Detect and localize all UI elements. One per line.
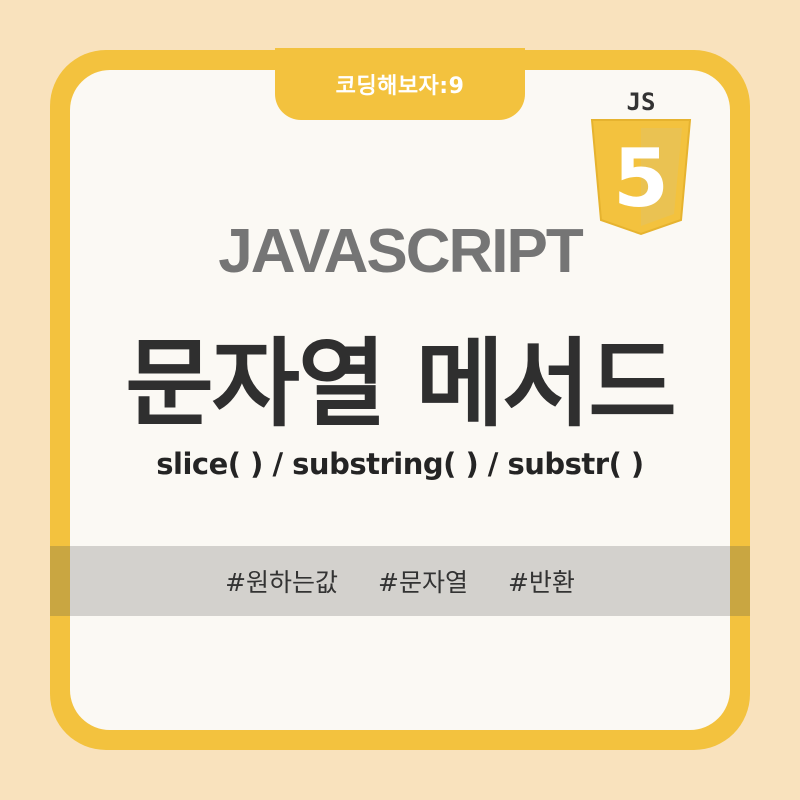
js-logo-numeral: 5	[613, 132, 669, 225]
hashtag: #원하는값	[225, 568, 339, 597]
title-english: JAVASCRIPT	[218, 217, 584, 286]
series-badge-label: 코딩해보자:9	[335, 74, 465, 99]
hashtag-list: #원하는값 #문자열 #반환	[0, 546, 800, 616]
hashtag: #반환	[507, 568, 575, 597]
js-logo-text: JS	[627, 88, 656, 116]
title-korean: 문자열 메서드	[125, 328, 676, 440]
method-subtitle: slice( ) / substring( ) / substr( )	[156, 447, 644, 481]
series-badge: 코딩해보자:9	[275, 48, 525, 120]
hashtag: #문자열	[378, 568, 468, 597]
